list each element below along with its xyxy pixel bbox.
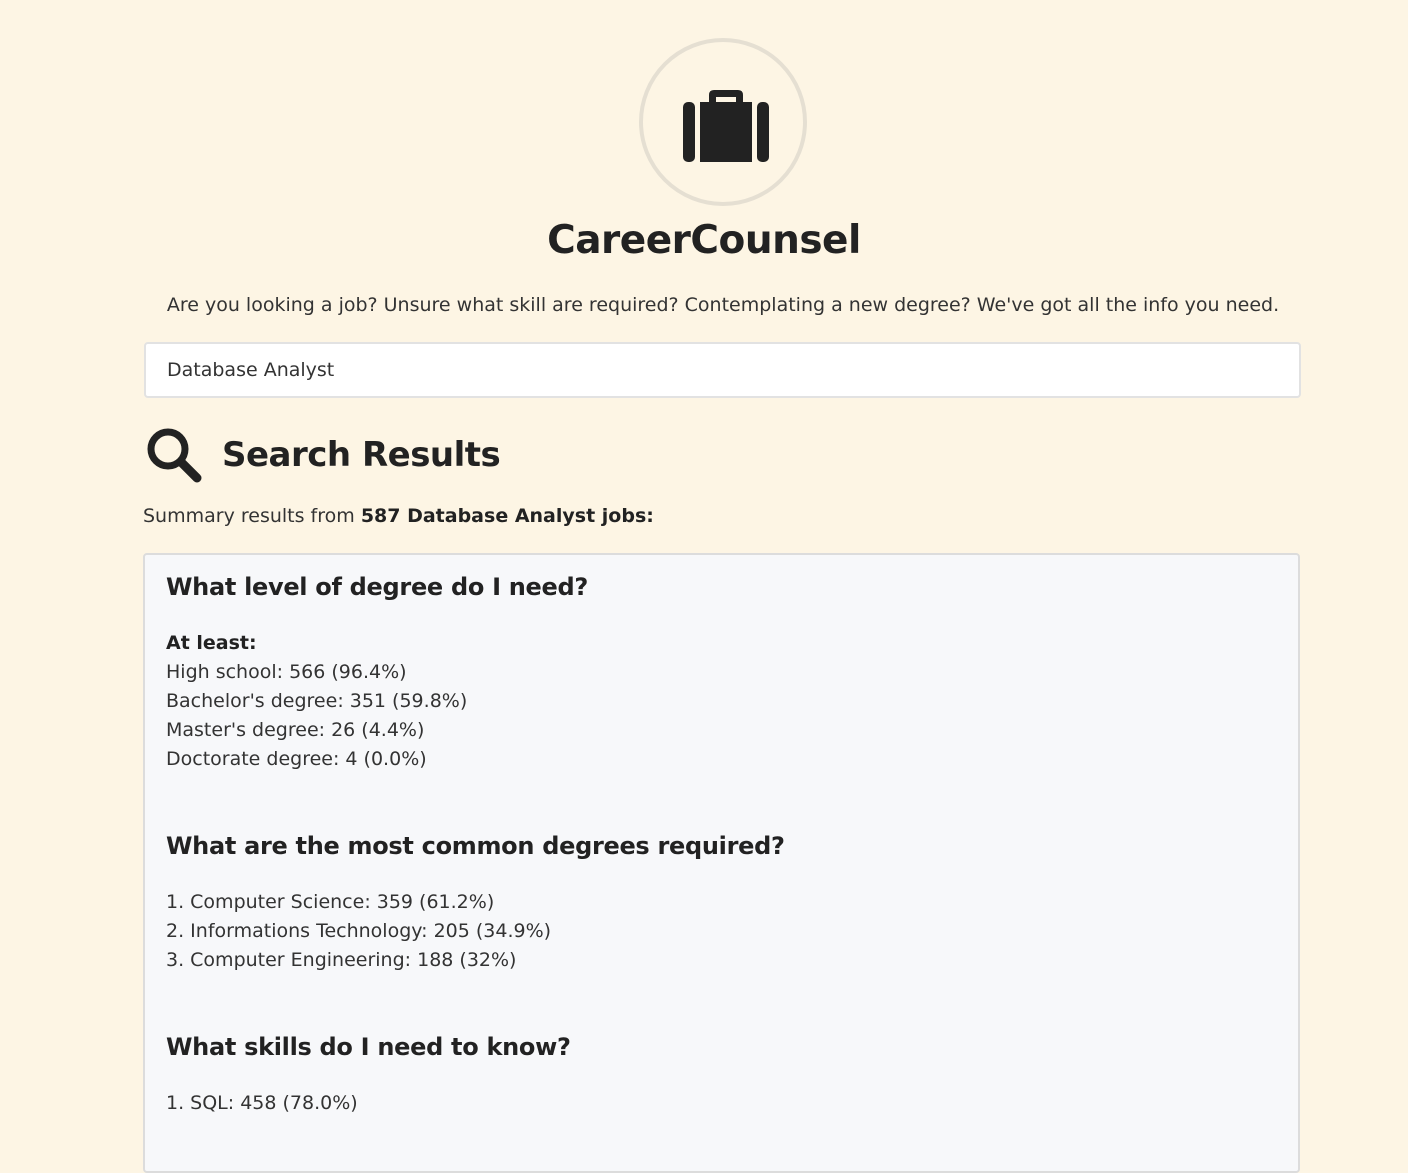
results-header: Search Results xyxy=(146,425,501,485)
summary-prefix: Summary results from xyxy=(143,505,361,527)
skills-heading: What skills do I need to know? xyxy=(166,1033,571,1061)
results-title: Search Results xyxy=(222,435,501,475)
search-input[interactable] xyxy=(144,342,1301,398)
briefcase-icon xyxy=(683,90,769,162)
app-tagline: Are you looking a job? Unsure what skill… xyxy=(166,294,1280,316)
app-logo xyxy=(639,38,807,206)
degree-level-heading: What level of degree do I need? xyxy=(166,573,589,601)
list-item: 3. Computer Engineering: 188 (32%) xyxy=(166,949,517,971)
degree-level-subheading: At least: xyxy=(166,632,257,654)
list-item: 1. SQL: 458 (78.0%) xyxy=(166,1092,358,1114)
search-icon xyxy=(147,428,202,483)
list-item: Doctorate degree: 4 (0.0%) xyxy=(166,748,427,770)
list-item: Master's degree: 26 (4.4%) xyxy=(166,719,425,741)
list-item: 2. Informations Technology: 205 (34.9%) xyxy=(166,920,552,942)
results-summary: Summary results from 587 Database Analys… xyxy=(143,505,654,527)
app-title: CareerCounsel xyxy=(547,218,861,263)
results-panel: What level of degree do I need? At least… xyxy=(143,553,1300,1173)
list-item: 1. Computer Science: 359 (61.2%) xyxy=(166,891,495,913)
list-item: Bachelor's degree: 351 (59.8%) xyxy=(166,690,468,712)
summary-count: 587 Database Analyst jobs: xyxy=(360,505,654,527)
common-degrees-heading: What are the most common degrees require… xyxy=(166,832,785,860)
list-item: High school: 566 (96.4%) xyxy=(166,661,407,683)
